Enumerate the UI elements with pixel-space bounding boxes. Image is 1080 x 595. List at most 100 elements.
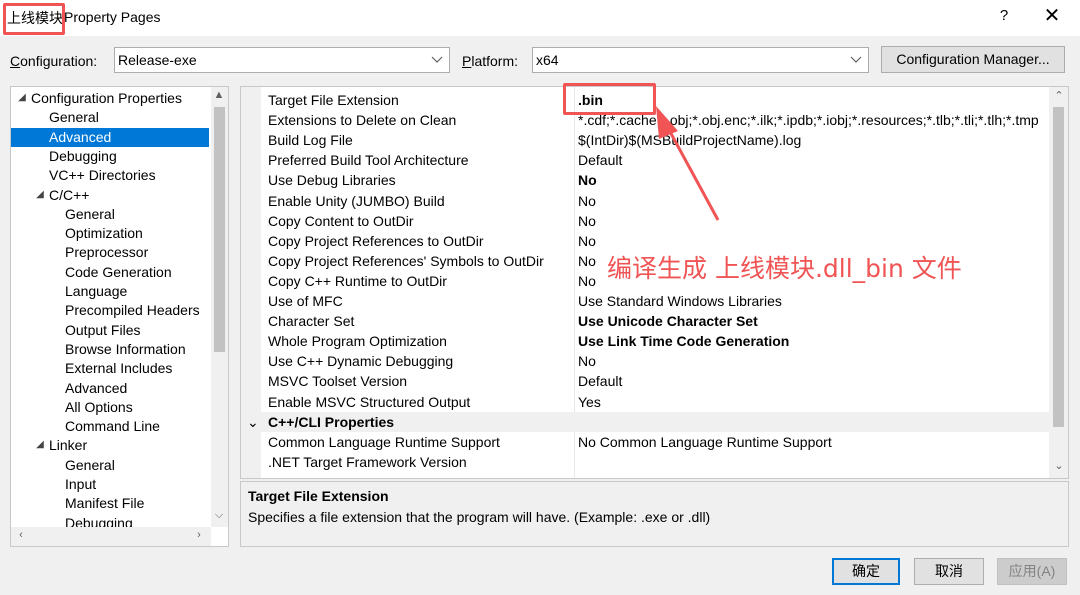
- property-value[interactable]: $(IntDir)$(MSBuildProjectName).log: [578, 130, 801, 150]
- property-name: Enable Unity (JUMBO) Build: [268, 192, 445, 209]
- tree-item[interactable]: Browse Information: [65, 340, 186, 359]
- grid-row[interactable]: Copy Content to OutDir No: [241, 211, 1049, 231]
- apply-button[interactable]: 应用(A): [997, 558, 1067, 585]
- property-name: Copy Project References' Symbols to OutD…: [268, 252, 544, 269]
- grid-scroll-thumb[interactable]: [1053, 107, 1064, 427]
- tree-expand-icon[interactable]: ◢: [34, 189, 46, 200]
- tree-item[interactable]: External Includes: [65, 359, 172, 378]
- grid-row[interactable]: Copy Project References to OutDir No: [241, 231, 1049, 251]
- ok-button[interactable]: 确定: [832, 558, 900, 585]
- tree-item[interactable]: All Options: [65, 398, 133, 417]
- grid-row[interactable]: Whole Program Optimization Use Link Time …: [241, 331, 1049, 351]
- configuration-dropdown[interactable]: Release-exe: [114, 47, 450, 73]
- scroll-up-icon[interactable]: ▲: [211, 89, 227, 101]
- property-name: Preferred Build Tool Architecture: [268, 152, 469, 169]
- grid-row[interactable]: Preferred Build Tool Architecture Default: [241, 150, 1049, 170]
- grid-row[interactable]: Build Log File $(IntDir)$(MSBuildProjectN…: [241, 130, 1049, 150]
- platform-dropdown[interactable]: x64: [532, 47, 869, 73]
- property-value[interactable]: Use Standard Windows Libraries: [578, 291, 782, 311]
- property-value[interactable]: No: [578, 231, 596, 251]
- property-value[interactable]: No: [578, 211, 596, 231]
- platform-value: x64: [536, 52, 559, 68]
- grid-row[interactable]: Use Debug Libraries No: [241, 170, 1049, 190]
- grid-category[interactable]: ⌄ C++/CLI Properties: [241, 411, 1049, 432]
- tree-item[interactable]: Preprocessor: [65, 243, 148, 262]
- property-name: Copy Content to OutDir: [268, 212, 414, 229]
- scroll-down-icon[interactable]: ⌵: [211, 509, 227, 522]
- tree-vertical-scrollbar[interactable]: ▲ ⌵: [211, 87, 228, 527]
- tree-item[interactable]: Advanced: [65, 379, 127, 398]
- property-value[interactable]: No Common Language Runtime Support: [578, 432, 832, 452]
- platform-label: Platform:: [462, 53, 518, 69]
- tree-item[interactable]: Debugging: [49, 147, 117, 166]
- grid-row[interactable]: .NET Target Framework Version: [241, 452, 1049, 472]
- property-name: Build Log File: [268, 132, 353, 149]
- platform-label-mnemonic: P: [462, 53, 472, 69]
- property-value[interactable]: No: [578, 170, 597, 190]
- tree-item[interactable]: Language: [65, 282, 127, 301]
- property-value[interactable]: Default: [578, 371, 622, 391]
- tree-item[interactable]: Configuration Properties: [31, 89, 182, 108]
- property-value[interactable]: No: [578, 351, 596, 371]
- property-name: Use Debug Libraries: [268, 172, 396, 189]
- tree-item[interactable]: Manifest File: [65, 494, 144, 513]
- property-value[interactable]: Use Unicode Character Set: [578, 311, 758, 331]
- tree-expand-icon[interactable]: ◢: [16, 92, 28, 103]
- grid-vertical-scrollbar[interactable]: ⌃ ⌄: [1049, 87, 1068, 478]
- property-name: Target File Extension: [268, 92, 399, 108]
- property-name: Extensions to Delete on Clean: [268, 112, 457, 129]
- property-value[interactable]: Default: [578, 150, 622, 170]
- scroll-up-icon[interactable]: ⌃: [1051, 89, 1067, 102]
- tree-item[interactable]: C/C++: [49, 186, 89, 205]
- tree-item[interactable]: Code Generation: [65, 263, 172, 282]
- tree-scroll-thumb[interactable]: [214, 107, 225, 352]
- tree-item[interactable]: Command Line: [65, 417, 160, 436]
- scroll-down-icon[interactable]: ⌄: [1051, 459, 1067, 472]
- tree-item[interactable]: VC++ Directories: [49, 166, 156, 185]
- title-annotation-box: [3, 3, 65, 35]
- configuration-value: Release-exe: [118, 52, 197, 68]
- property-name: Copy C++ Runtime to OutDir: [268, 272, 447, 289]
- value-annotation-box: [563, 83, 656, 115]
- scroll-right-icon[interactable]: ›: [191, 529, 207, 541]
- tree-item[interactable]: Precompiled Headers: [65, 301, 200, 320]
- help-button[interactable]: ?: [994, 7, 1014, 24]
- tree-item[interactable]: Linker: [49, 436, 87, 455]
- tree-item[interactable]: Output Files: [65, 321, 140, 340]
- description-text: Specifies a file extension that the prog…: [248, 509, 711, 525]
- property-name: Copy Project References to OutDir: [268, 232, 484, 249]
- description-panel: Target File Extension Specifies a file e…: [240, 481, 1069, 547]
- tree-item[interactable]: Optimization: [65, 224, 143, 243]
- scroll-left-icon[interactable]: ‹: [13, 529, 29, 541]
- tree-item[interactable]: Advanced: [11, 127, 209, 147]
- grid-row[interactable]: Use of MFC Use Standard Windows Libraries: [241, 291, 1049, 311]
- property-value[interactable]: No: [578, 271, 596, 291]
- grid-row[interactable]: Character Set Use Unicode Character Set: [241, 311, 1049, 331]
- configuration-label-mnemonic: C: [10, 53, 21, 69]
- annotation-text: 编译生成 上线模块.dll_bin 文件: [607, 254, 962, 283]
- tree-horizontal-scrollbar[interactable]: ‹ ›: [11, 527, 211, 546]
- grid-row[interactable]: Enable MSVC Structured Output Yes: [241, 392, 1049, 412]
- property-value[interactable]: No: [578, 191, 596, 211]
- grid-row[interactable]: Use C++ Dynamic Debugging No: [241, 351, 1049, 371]
- close-button[interactable]: ✕: [1040, 4, 1064, 28]
- property-value[interactable]: Yes: [578, 392, 601, 412]
- tree-item[interactable]: General: [65, 456, 115, 475]
- collapse-chevron-icon[interactable]: ⌄: [247, 412, 259, 432]
- platform-label-text: latform:: [471, 53, 519, 69]
- tree-item[interactable]: Input: [65, 475, 96, 494]
- property-name: Common Language Runtime Support: [268, 433, 500, 450]
- property-value[interactable]: No: [578, 251, 596, 271]
- configuration-manager-button[interactable]: Configuration Manager...: [881, 46, 1065, 73]
- property-name: Use C++ Dynamic Debugging: [268, 353, 454, 370]
- tree-item[interactable]: General: [49, 108, 99, 127]
- description-title: Target File Extension: [248, 488, 389, 504]
- grid-row[interactable]: Enable Unity (JUMBO) Build No: [241, 191, 1049, 211]
- tree-item[interactable]: General: [65, 205, 115, 224]
- cancel-button[interactable]: 取消: [914, 558, 984, 585]
- tree-expand-icon[interactable]: ◢: [34, 439, 46, 450]
- property-value[interactable]: Use Link Time Code Generation: [578, 331, 789, 351]
- property-name: C++/CLI Properties: [268, 413, 395, 430]
- grid-row[interactable]: MSVC Toolset Version Default: [241, 371, 1049, 391]
- grid-row[interactable]: Common Language Runtime Support No Common…: [241, 432, 1049, 452]
